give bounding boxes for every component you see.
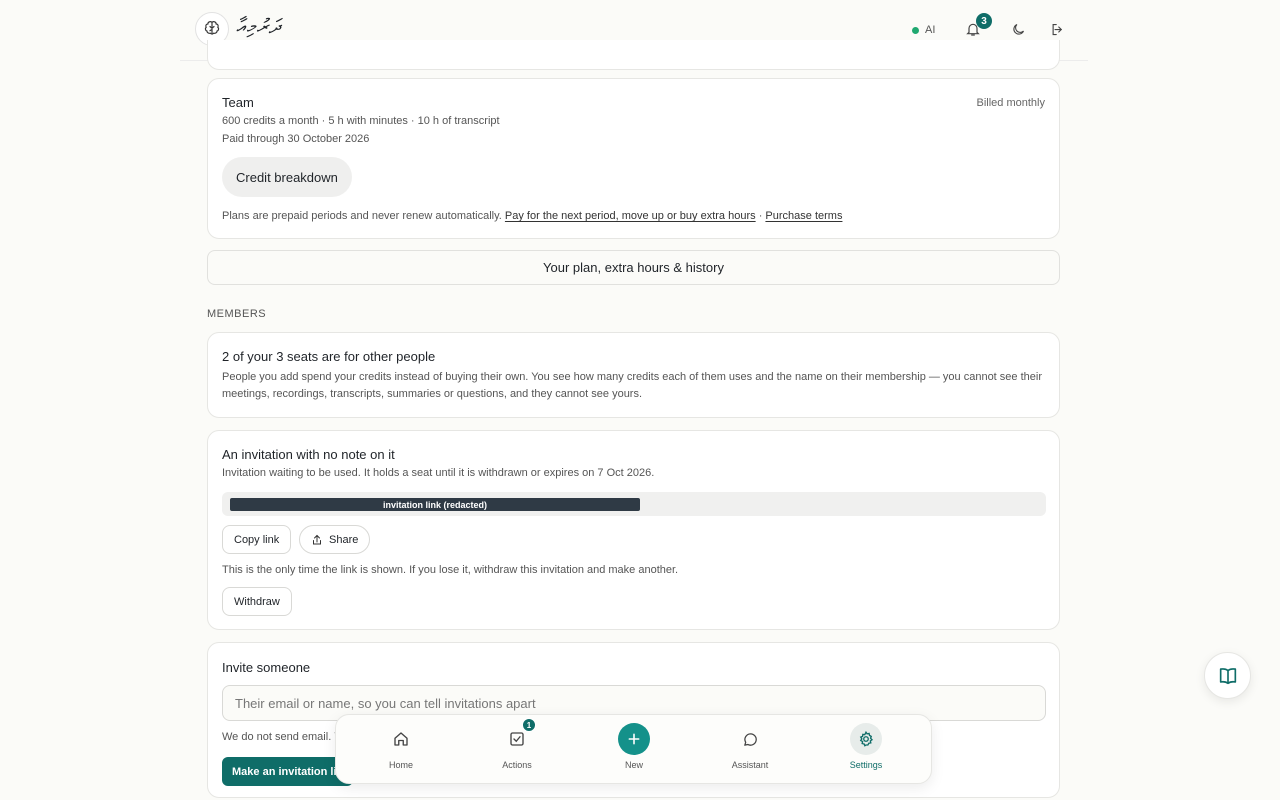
book-icon — [1219, 667, 1236, 684]
withdraw-label: Withdraw — [234, 595, 280, 608]
nav-assistant[interactable]: Assistant — [705, 723, 795, 779]
plan-details: 600 credits a month · 5 h with minutes ·… — [222, 115, 500, 127]
credit-breakdown-button[interactable]: Credit breakdown — [222, 157, 352, 197]
share-label: Share — [329, 533, 359, 546]
purchase-terms-link[interactable]: Purchase terms — [765, 210, 842, 222]
guide-button[interactable] — [1204, 652, 1251, 699]
actions-count-badge: 1 — [522, 718, 536, 732]
dark-mode-toggle[interactable] — [1005, 16, 1031, 42]
home-icon — [385, 723, 417, 755]
invitation-title: An invitation with no note on it — [222, 447, 395, 462]
copy-link-label: Copy link — [234, 533, 280, 546]
make-invitation-link-button[interactable]: Make an invitation lin — [222, 757, 354, 786]
invitation-link-field[interactable]: invitation link (redacted) — [222, 492, 1046, 516]
members-section-label: MEMBERS — [207, 308, 267, 320]
invitation-link-value: invitation link (redacted) — [230, 498, 640, 511]
renew-plan-link[interactable]: Pay for the next period, move up or buy … — [505, 210, 756, 222]
invitation-status: Invitation waiting to be used. It holds … — [222, 467, 655, 479]
nav-home[interactable]: Home — [356, 723, 446, 779]
moon-icon — [1012, 23, 1024, 35]
gear-icon — [850, 723, 882, 755]
nav-home-label: Home — [388, 760, 413, 770]
footnote-separator: · — [758, 210, 763, 222]
notification-count-badge: 3 — [976, 13, 992, 29]
logout-button[interactable] — [1044, 16, 1070, 42]
seats-title: 2 of your 3 seats are for other people — [222, 349, 436, 364]
seats-card: 2 of your 3 seats are for other people P… — [207, 332, 1060, 418]
previous-card-bottom — [207, 40, 1060, 70]
share-button[interactable]: Share — [299, 525, 371, 554]
ai-status-dot — [912, 26, 919, 34]
invitation-warning: This is the only time the link is shown.… — [222, 564, 679, 576]
notifications-button[interactable]: 3 — [960, 13, 992, 42]
ai-status-indicator[interactable]: AI — [912, 20, 935, 40]
nav-new-label: New — [624, 760, 643, 770]
plan-history-button[interactable]: Your plan, extra hours & history — [207, 250, 1060, 285]
invitation-card: An invitation with no note on it Invitat… — [207, 430, 1060, 630]
share-icon — [313, 534, 321, 544]
nav-settings[interactable]: Settings — [821, 723, 911, 779]
seats-description: People you add spend your credits instea… — [222, 371, 1042, 400]
nav-new[interactable]: New — [589, 723, 679, 779]
logout-icon — [1052, 23, 1062, 35]
invite-someone-title: Invite someone — [222, 660, 311, 675]
nav-actions[interactable]: 1 Actions — [472, 718, 562, 779]
plan-paid-through: Paid through 30 October 2026 — [222, 133, 370, 145]
nav-assistant-label: Assistant — [731, 760, 769, 770]
plan-name: Team — [222, 95, 254, 110]
app-logo-text: ދަރުމިއާ — [236, 14, 281, 38]
ai-status-label: AI — [925, 24, 936, 36]
nav-settings-label: Settings — [849, 760, 883, 770]
bottom-navigation: Home 1 Actions New Assistant Settings — [335, 714, 932, 784]
plan-footnote: Plans are prepaid periods and never rene… — [222, 210, 842, 222]
copy-link-button[interactable]: Copy link — [222, 525, 292, 554]
plan-footnote-text: Plans are prepaid periods and never rene… — [222, 210, 502, 222]
plus-icon — [618, 723, 650, 755]
nav-actions-label: Actions — [502, 760, 532, 770]
plan-billing-period: Billed monthly — [976, 97, 1045, 109]
withdraw-button[interactable]: Withdraw — [222, 587, 292, 616]
checklist-icon: 1 — [501, 718, 536, 755]
plan-card: Team Billed monthly 600 credits a month … — [207, 78, 1060, 239]
chat-bubble-icon — [734, 723, 766, 755]
